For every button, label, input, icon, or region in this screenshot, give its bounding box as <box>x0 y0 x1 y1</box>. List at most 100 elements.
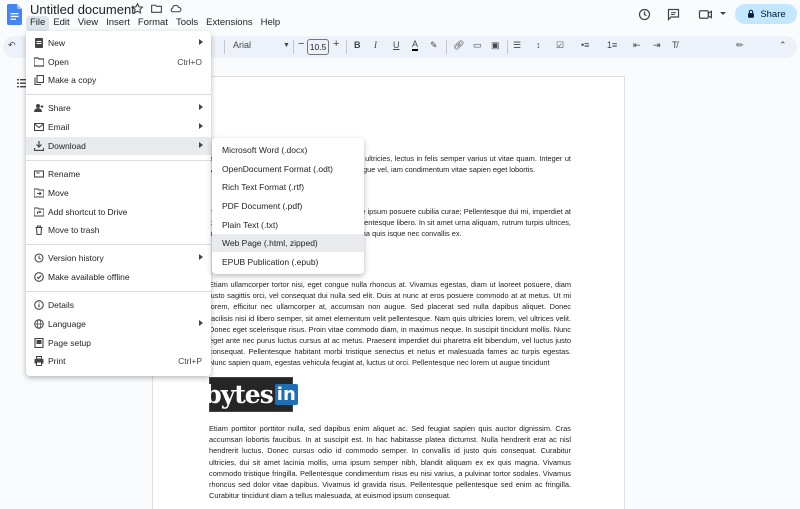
align-icon[interactable]: ☰ <box>513 40 521 51</box>
menu-item-print[interactable]: Print Ctrl+P <box>26 352 211 370</box>
increase-indent-icon[interactable]: ⇥ <box>653 40 661 51</box>
menu-item-make-a-copy[interactable]: Make a copy <box>26 71 211 89</box>
docs-logo-icon[interactable] <box>7 4 22 25</box>
cloud-saved-icon[interactable] <box>169 2 182 15</box>
collapse-toolbar-icon[interactable]: ⌃ <box>779 40 787 51</box>
chevron-down-icon[interactable]: ▼ <box>283 42 290 49</box>
bytes-in-image[interactable]: bytes in <box>204 377 298 412</box>
download-pdf[interactable]: PDF Document (.pdf) <box>212 197 364 215</box>
image-logo-in: in <box>274 384 298 405</box>
menu-insert[interactable]: Insert <box>102 16 134 31</box>
search-menus-icon[interactable]: ↶ <box>8 40 16 51</box>
add-comment-icon[interactable]: ▭ <box>473 40 482 51</box>
submenu-arrow-icon <box>199 254 203 260</box>
chevron-down-icon[interactable] <box>720 12 726 15</box>
menu-item-download[interactable]: Download <box>26 137 211 155</box>
menu-divider <box>26 94 211 95</box>
menu-bar: File Edit View Insert Format Tools Exten… <box>26 16 284 31</box>
paragraph-3[interactable]: Etiam ullamcorper tortor nisi, eget cong… <box>209 279 571 369</box>
move-folder-icon[interactable] <box>150 2 163 15</box>
rename-icon <box>34 170 44 178</box>
line-spacing-icon[interactable]: ↕ <box>536 40 541 50</box>
print-icon <box>34 356 44 366</box>
download-docx[interactable]: Microsoft Word (.docx) <box>212 141 364 159</box>
shortcut-text: Ctrl+O <box>177 57 202 67</box>
download-html[interactable]: Web Page (.html, zipped) <box>212 234 364 252</box>
menu-view[interactable]: View <box>74 16 102 31</box>
toolbar-divider <box>446 40 447 54</box>
decrease-font-icon[interactable]: − <box>298 38 304 50</box>
menu-format[interactable]: Format <box>134 16 172 31</box>
copy-icon <box>34 75 44 85</box>
page-setup-icon <box>34 338 44 348</box>
submenu-arrow-icon <box>199 39 203 45</box>
highlight-icon[interactable]: ✎ <box>430 40 438 51</box>
numbered-list-icon[interactable]: 1≡ <box>607 40 617 50</box>
menu-item-open[interactable]: Open Ctrl+O <box>26 53 211 71</box>
download-submenu: Microsoft Word (.docx) OpenDocument Form… <box>212 138 364 274</box>
trash-icon <box>35 225 43 235</box>
menu-item-move-to-trash[interactable]: Move to trash <box>26 221 211 239</box>
menu-extensions[interactable]: Extensions <box>202 16 256 31</box>
submenu-arrow-icon <box>199 142 203 148</box>
menu-tools[interactable]: Tools <box>172 16 202 31</box>
menu-item-offline[interactable]: Make available offline <box>26 268 211 286</box>
link-icon[interactable]: 🔗︎ <box>453 40 464 51</box>
document-title[interactable]: Untitled document <box>30 2 135 17</box>
italic-icon[interactable]: I <box>374 40 377 50</box>
increase-font-icon[interactable]: + <box>333 38 339 50</box>
font-family-select[interactable]: Arial <box>233 40 251 50</box>
submenu-arrow-icon <box>199 104 203 110</box>
toolbar-divider <box>293 40 294 54</box>
download-rtf[interactable]: Rich Text Format (.rtf) <box>212 178 364 196</box>
offline-icon <box>34 272 44 282</box>
bulleted-list-icon[interactable]: •≡ <box>581 40 589 50</box>
comment-icon[interactable] <box>666 7 681 22</box>
menu-item-page-setup[interactable]: Page setup <box>26 334 211 352</box>
menu-help[interactable]: Help <box>257 16 285 31</box>
share-button[interactable]: Share <box>735 4 797 24</box>
text-color-icon[interactable]: A <box>412 40 419 51</box>
menu-item-language[interactable]: Language <box>26 315 211 333</box>
download-epub[interactable]: EPUB Publication (.epub) <box>212 253 364 271</box>
move-icon <box>34 188 44 198</box>
download-txt[interactable]: Plain Text (.txt) <box>212 216 364 234</box>
toolbar-divider <box>224 40 225 54</box>
toolbar-divider <box>346 40 347 54</box>
menu-file[interactable]: File <box>26 16 50 31</box>
title-bar: Untitled document File Edit View Insert … <box>0 0 800 31</box>
insert-image-icon[interactable]: ▣ <box>491 40 500 51</box>
share-label: Share <box>760 8 786 20</box>
meet-video-icon[interactable] <box>698 7 716 22</box>
bold-icon[interactable]: B <box>354 40 361 50</box>
share-person-icon <box>34 104 44 112</box>
menu-item-version-history[interactable]: Version history <box>26 249 211 267</box>
font-size-input[interactable]: 10.5 <box>307 39 329 55</box>
submenu-arrow-icon <box>199 320 203 326</box>
menu-item-new[interactable]: New <box>26 34 211 52</box>
clear-formatting-icon[interactable]: T̸ <box>672 40 678 50</box>
editing-mode-icon[interactable]: ✏ <box>736 40 744 51</box>
checklist-icon[interactable]: ☑ <box>556 40 564 51</box>
star-icon[interactable] <box>131 2 144 15</box>
menu-item-share[interactable]: Share <box>26 99 211 117</box>
title-icons <box>131 2 182 15</box>
info-icon <box>34 300 44 310</box>
menu-item-add-shortcut[interactable]: Add shortcut to Drive <box>26 203 211 221</box>
menu-item-move[interactable]: Move <box>26 184 211 202</box>
menu-divider <box>26 244 211 245</box>
folder-icon <box>34 57 44 67</box>
globe-icon <box>34 319 44 329</box>
decrease-indent-icon[interactable]: ⇤ <box>633 40 641 51</box>
menu-edit[interactable]: Edit <box>49 16 73 31</box>
shortcut-text: Ctrl+P <box>178 356 202 366</box>
submenu-arrow-icon <box>199 123 203 129</box>
paragraph-4[interactable]: Etiam porttitor porttitor nulla, sed dap… <box>209 423 571 501</box>
menu-item-rename[interactable]: Rename <box>26 165 211 183</box>
download-odt[interactable]: OpenDocument Format (.odt) <box>212 160 364 178</box>
menu-item-details[interactable]: Details <box>26 296 211 314</box>
menu-item-email[interactable]: Email <box>26 118 211 136</box>
underline-icon[interactable]: U <box>393 40 400 50</box>
history-icon[interactable] <box>637 7 652 22</box>
file-menu: New Open Ctrl+O Make a copy Share Email D… <box>26 31 211 376</box>
